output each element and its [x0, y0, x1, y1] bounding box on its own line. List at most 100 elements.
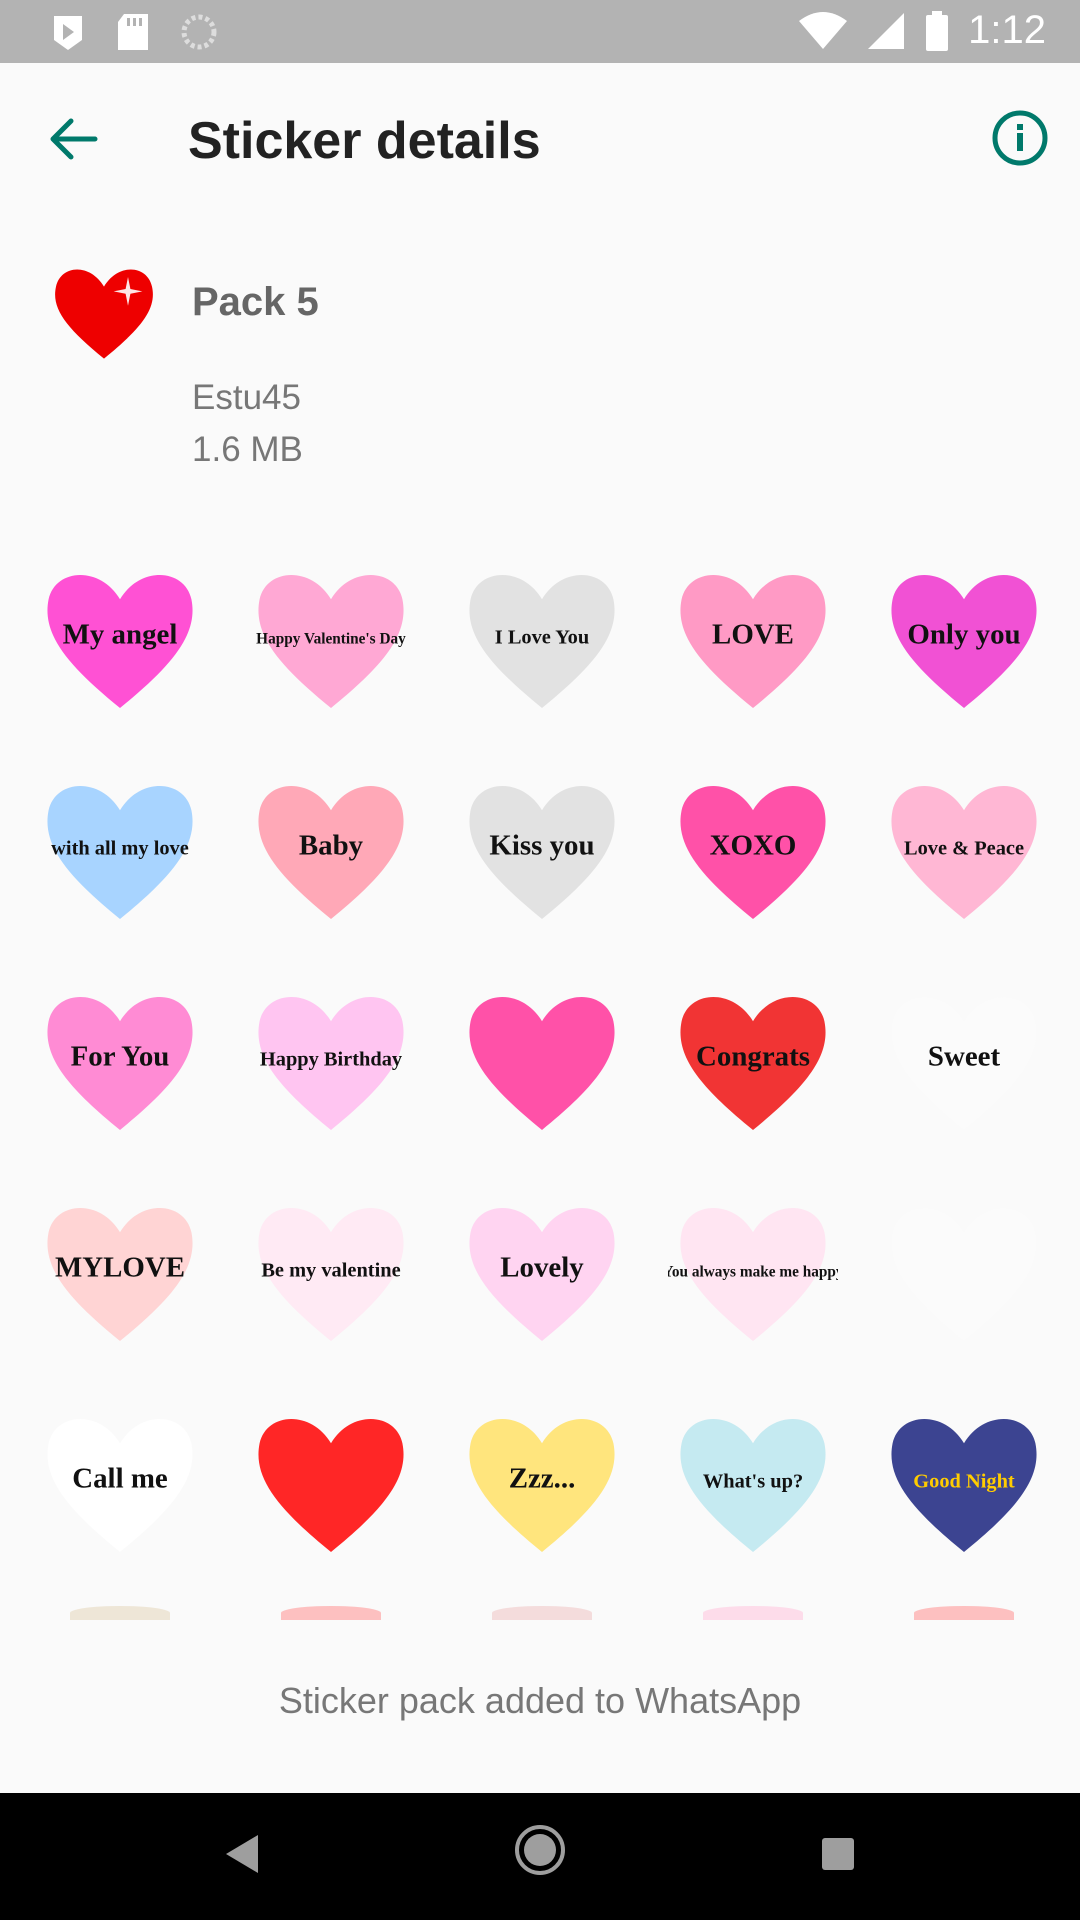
sticker-item[interactable]: Congrats — [663, 972, 843, 1152]
arrow-left-icon — [50, 118, 98, 160]
back-triangle-icon — [226, 1835, 258, 1873]
sticker-text: I Love You — [495, 626, 589, 648]
heart-icon — [55, 269, 153, 359]
page-title: Sticker details — [188, 112, 541, 170]
heart-sticker-icon: For You — [47, 996, 193, 1130]
sticker-text: with all my love — [51, 837, 189, 859]
back-button[interactable] — [44, 109, 104, 169]
info-button[interactable] — [988, 106, 1052, 170]
sticker-item-partial — [281, 1606, 381, 1620]
sticker-text: Congrats — [696, 1040, 810, 1072]
sticker-text: For You — [71, 1040, 170, 1072]
heart-sticker-icon: LOVE — [680, 574, 826, 708]
heart-sticker-icon — [469, 996, 615, 1130]
signal-icon — [868, 12, 905, 49]
nav-recents-button[interactable] — [820, 1836, 856, 1877]
sticker-text: LOVE — [712, 618, 794, 650]
status-left-icons — [50, 12, 218, 52]
status-time: 1:12 — [968, 8, 1046, 52]
heart-sticker-icon: Congrats — [680, 996, 826, 1130]
sticker-item[interactable] — [452, 972, 632, 1152]
sticker-text: Love & Peace — [904, 837, 1024, 859]
sticker-item[interactable]: Sweet — [874, 972, 1050, 1152]
sticker-text: Zzz... — [509, 1462, 576, 1494]
battery-icon — [926, 10, 949, 51]
sticker-item[interactable]: Good Night — [874, 1394, 1050, 1574]
added-status-text: Sticker pack added to WhatsApp — [278, 1680, 802, 1721]
heart-sticker-icon: You always make me happy — [668, 1207, 838, 1341]
heart-sticker-icon: XOXO — [680, 785, 826, 919]
recents-square-icon — [822, 1838, 854, 1870]
sticker-text: Sweet — [928, 1040, 1001, 1072]
sticker-item[interactable]: Lovely — [452, 1183, 632, 1363]
heart-sticker-icon: Happy Birthday — [258, 996, 404, 1130]
sticker-item[interactable]: Be my valentine — [241, 1183, 421, 1363]
status-bar: 1:12 — [0, 0, 1080, 63]
heart-sticker-icon: What's up? — [680, 1418, 826, 1552]
heart-sticker-icon: Love & Peace — [891, 785, 1037, 919]
sticker-text: Only you — [907, 618, 1020, 650]
sticker-grid: My angel Happy Valentine's Day I Love You L… — [30, 550, 1050, 1620]
sticker-item[interactable]: with all my love — [30, 761, 210, 941]
sticker-item[interactable]: Happy Valentine's Day — [241, 550, 421, 730]
sticker-item[interactable]: Happy Birthday — [241, 972, 421, 1152]
sticker-text: Kiss you — [489, 829, 594, 861]
sticker-text: MYLOVE — [55, 1251, 185, 1283]
sticker-item[interactable]: Kiss you — [452, 761, 632, 941]
sticker-text: What's up? — [703, 1470, 803, 1492]
sticker-text: You always make me happy — [668, 1263, 838, 1280]
pack-name: Pack 5 — [192, 280, 319, 324]
heart-sticker-icon: Baby — [258, 785, 404, 919]
heart-sticker-icon — [891, 1207, 1037, 1341]
sticker-item-partial — [703, 1606, 803, 1620]
sticker-item[interactable]: Love & Peace — [874, 761, 1050, 941]
sticker-item[interactable]: XOXO — [663, 761, 843, 941]
sticker-text: My angel — [63, 618, 178, 650]
sticker-item[interactable]: My angel — [30, 550, 210, 730]
sticker-item-partial — [70, 1606, 170, 1620]
heart-sticker-icon: Lovely — [469, 1207, 615, 1341]
heart-sticker-icon: Happy Valentine's Day — [256, 574, 406, 708]
sticker-text: Lovely — [500, 1251, 584, 1283]
heart-sticker-icon: Be my valentine — [258, 1207, 404, 1341]
heart-sticker-icon: My angel — [47, 574, 193, 708]
sticker-item-partial — [492, 1606, 592, 1620]
sticker-item[interactable] — [874, 1183, 1050, 1363]
sticker-item[interactable]: For You — [30, 972, 210, 1152]
sticker-item[interactable]: I Love You — [452, 550, 632, 730]
sticker-text: Be my valentine — [261, 1259, 400, 1281]
heart-sticker-icon: Call me — [47, 1418, 193, 1552]
heart-sticker-icon: Sweet — [891, 996, 1037, 1130]
sticker-text: XOXO — [710, 829, 797, 861]
sticker-item[interactable]: Zzz... — [452, 1394, 632, 1574]
home-circle-icon — [515, 1825, 565, 1875]
sticker-text: Happy Birthday — [260, 1048, 402, 1070]
sticker-item-partial — [914, 1606, 1014, 1620]
sticker-item[interactable] — [241, 1394, 421, 1574]
heart-sticker-icon: Kiss you — [469, 785, 615, 919]
info-icon — [992, 110, 1048, 166]
nav-back-button[interactable] — [218, 1829, 268, 1884]
heart-sticker-icon: I Love You — [469, 574, 615, 708]
pack-tray-icon — [44, 253, 164, 373]
sticker-item[interactable]: What's up? — [663, 1394, 843, 1574]
status-right-icons: 1:12 — [798, 8, 1046, 53]
sd-card-icon — [118, 14, 148, 50]
pack-size: 1.6 MB — [192, 430, 303, 469]
sticker-item[interactable]: Baby — [241, 761, 421, 941]
nav-home-button[interactable] — [513, 1823, 567, 1882]
heart-sticker-icon: with all my love — [47, 785, 193, 919]
heart-sticker-icon — [258, 1418, 404, 1552]
pack-author: Estu45 — [192, 378, 301, 417]
sticker-text: Happy Valentine's Day — [256, 630, 406, 647]
sticker-item[interactable]: Only you — [874, 550, 1050, 730]
sticker-text: Call me — [72, 1462, 168, 1494]
sticker-text: Baby — [299, 829, 364, 861]
sync-icon — [181, 14, 217, 50]
sticker-item[interactable]: You always make me happy — [663, 1183, 843, 1363]
heart-sticker-icon: MYLOVE — [47, 1207, 193, 1341]
heart-sticker-icon: Good Night — [891, 1418, 1037, 1552]
sticker-item[interactable]: Call me — [30, 1394, 210, 1574]
sticker-item[interactable]: MYLOVE — [30, 1183, 210, 1363]
sticker-item[interactable]: LOVE — [663, 550, 843, 730]
